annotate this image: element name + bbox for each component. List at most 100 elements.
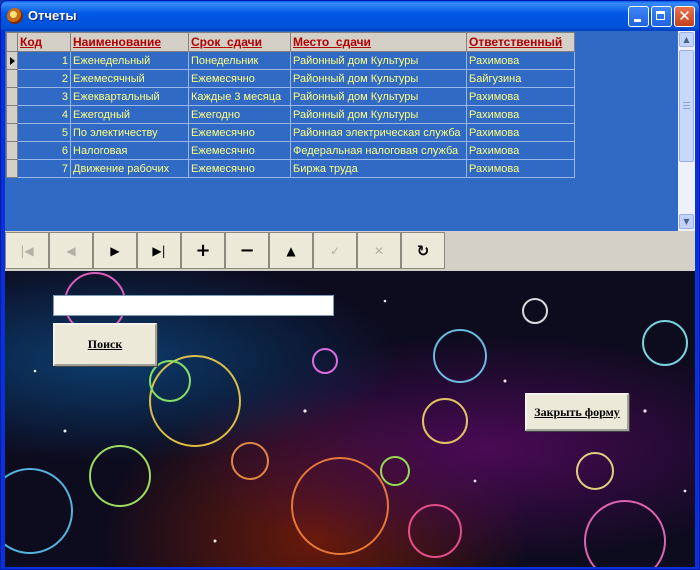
cell-term[interactable]: Ежемесячно (188, 69, 291, 88)
search-input[interactable] (53, 295, 334, 316)
thumb-grip-line (683, 102, 690, 103)
thumb-grip-line (683, 108, 690, 109)
cell-code[interactable]: 4 (17, 105, 71, 124)
cell-name[interactable]: Еженедельный (70, 51, 189, 70)
cell-responsible[interactable]: Рахимова (466, 123, 575, 142)
nav-next-button[interactable]: ▶ (93, 232, 137, 269)
scroll-thumb[interactable] (679, 50, 694, 162)
cell-code[interactable]: 3 (17, 87, 71, 106)
cell-term[interactable]: Понедельник (188, 51, 291, 70)
minus-icon: − (239, 240, 255, 261)
scroll-down-button[interactable]: ▼ (679, 214, 694, 229)
cell-place[interactable]: Районный дом Культуры (290, 87, 467, 106)
cell-responsible[interactable]: Байгузина (466, 69, 575, 88)
plus-icon: + (195, 240, 211, 261)
cell-responsible[interactable]: Рахимова (466, 51, 575, 70)
close-icon: ✕ (678, 7, 691, 25)
thumb-grip-line (683, 105, 690, 106)
cell-responsible[interactable]: Рахимова (466, 105, 575, 124)
cell-code[interactable]: 6 (17, 141, 71, 160)
nav-prior-button[interactable]: ◀ (49, 232, 93, 269)
reports-grid[interactable]: Код Наименование Срок_сдачи Место_сдачи … (5, 31, 695, 231)
scroll-down-arrow-icon: ▼ (683, 217, 690, 226)
nav-delete-button[interactable]: − (225, 232, 269, 269)
scroll-up-button[interactable]: ▲ (679, 32, 694, 47)
reports-window: Отчеты ✕ Код Наименование Срок_сдачи Мес… (0, 0, 700, 570)
nav-cancel-button[interactable]: ✕ (357, 232, 401, 269)
prior-record-icon: ◀ (66, 243, 76, 258)
app-icon (7, 8, 23, 24)
background-image: Поиск Закрыть форму (5, 271, 695, 567)
nav-insert-button[interactable]: + (181, 232, 225, 269)
title-bar[interactable]: Отчеты ✕ (1, 1, 699, 31)
refresh-icon: ↻ (416, 241, 430, 260)
row-indicator[interactable] (6, 105, 18, 124)
cell-code[interactable]: 7 (17, 159, 71, 178)
cell-place[interactable]: Биржа труда (290, 159, 467, 178)
minimize-button[interactable] (628, 6, 649, 27)
row-indicator[interactable] (6, 69, 18, 88)
cell-name[interactable]: Ежеквартальный (70, 87, 189, 106)
cell-name[interactable]: Движение рабочих (70, 159, 189, 178)
cell-term[interactable]: Ежемесячно (188, 159, 291, 178)
cell-responsible[interactable]: Рахимова (466, 87, 575, 106)
grid-vertical-scrollbar[interactable]: ▲ ▼ (678, 31, 695, 231)
cancel-x-icon: ✕ (373, 243, 385, 258)
row-indicator[interactable] (6, 141, 18, 160)
maximize-button[interactable] (651, 6, 672, 27)
cell-name[interactable]: Налоговая (70, 141, 189, 160)
nav-refresh-button[interactable]: ↻ (401, 232, 445, 269)
column-header-name[interactable]: Наименование (70, 32, 189, 52)
search-button[interactable]: Поиск (53, 323, 157, 366)
cell-place[interactable]: Районная электрическая служба (290, 123, 467, 142)
row-indicator[interactable] (6, 123, 18, 142)
cell-code[interactable]: 1 (17, 51, 71, 70)
table-row[interactable]: 6 Налоговая Ежемесячно Федеральная налог… (6, 141, 575, 160)
window-title: Отчеты (28, 8, 77, 23)
cell-code[interactable]: 5 (17, 123, 71, 142)
cell-code[interactable]: 2 (17, 69, 71, 88)
grid-header-row: Код Наименование Срок_сдачи Место_сдачи … (6, 32, 575, 52)
cell-responsible[interactable]: Рахимова (466, 141, 575, 160)
cell-term[interactable]: Каждые 3 месяца (188, 87, 291, 106)
nav-post-button[interactable]: ✓ (313, 232, 357, 269)
cell-place[interactable]: Районный дом Культуры (290, 105, 467, 124)
column-header-term[interactable]: Срок_сдачи (188, 32, 291, 52)
form-client-area: Код Наименование Срок_сдачи Место_сдачи … (5, 31, 695, 567)
table-row[interactable]: 7 Движение рабочих Ежемесячно Биржа труд… (6, 159, 575, 178)
minimize-icon (634, 19, 641, 22)
cell-place[interactable]: Федеральная налоговая служба (290, 141, 467, 160)
scroll-up-arrow-icon: ▲ (683, 35, 690, 44)
cell-name[interactable]: Ежемесячный (70, 69, 189, 88)
cell-place[interactable]: Районный дом Культуры (290, 69, 467, 88)
nav-first-button[interactable]: |◀ (5, 232, 49, 269)
table-row[interactable]: 1 Еженедельный Понедельник Районный дом … (6, 51, 575, 70)
cell-term[interactable]: Ежемесячно (188, 141, 291, 160)
table-row[interactable]: 4 Ежегодный Ежегодно Районный дом Культу… (6, 105, 575, 124)
column-header-code[interactable]: Код (17, 32, 71, 52)
column-header-responsible[interactable]: Ответственный (466, 32, 575, 52)
table-row[interactable]: 2 Ежемесячный Ежемесячно Районный дом Ку… (6, 69, 575, 88)
row-indicator[interactable] (6, 51, 18, 70)
edit-triangle-icon: ▲ (286, 243, 296, 258)
table-row[interactable]: 5 По электичеству Ежемесячно Районная эл… (6, 123, 575, 142)
nav-edit-button[interactable]: ▲ (269, 232, 313, 269)
cell-responsible[interactable]: Рахимова (466, 159, 575, 178)
row-indicator-header (6, 32, 18, 52)
close-window-button[interactable]: ✕ (674, 6, 695, 27)
next-record-icon: ▶ (110, 243, 120, 258)
last-record-icon: ▶| (152, 243, 166, 258)
cell-name[interactable]: Ежегодный (70, 105, 189, 124)
nav-last-button[interactable]: ▶| (137, 232, 181, 269)
table-row[interactable]: 3 Ежеквартальный Каждые 3 месяца Районны… (6, 87, 575, 106)
cell-name[interactable]: По электичеству (70, 123, 189, 142)
cell-term[interactable]: Ежегодно (188, 105, 291, 124)
cell-place[interactable]: Районный дом Культуры (290, 51, 467, 70)
row-indicator[interactable] (6, 87, 18, 106)
checkmark-icon: ✓ (329, 243, 341, 258)
cell-term[interactable]: Ежемесячно (188, 123, 291, 142)
row-indicator[interactable] (6, 159, 18, 178)
column-header-place[interactable]: Место_сдачи (290, 32, 467, 52)
first-record-icon: |◀ (20, 243, 34, 258)
close-form-button[interactable]: Закрыть форму (525, 393, 629, 431)
